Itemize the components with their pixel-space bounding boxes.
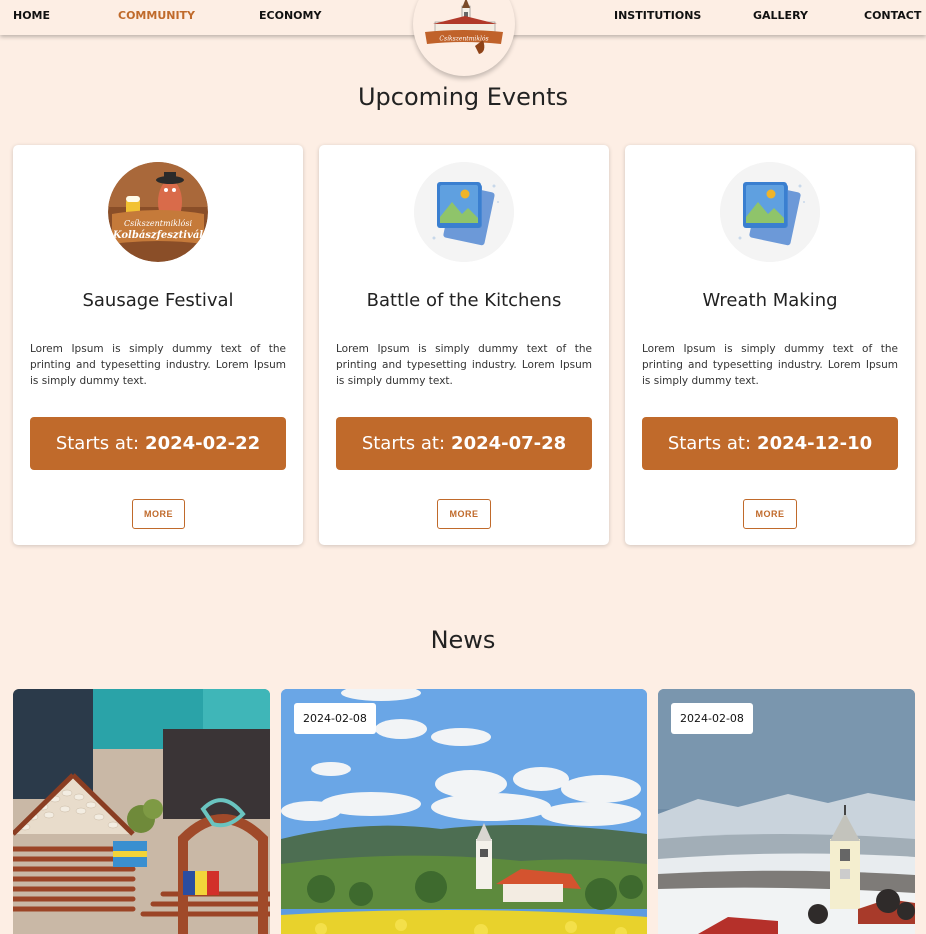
sausage-house-photo: [13, 689, 270, 934]
event-card: Battle of the Kitchens Lorem Ipsum is si…: [319, 145, 609, 545]
event-thumbnail: Csíkszentmiklósi Kolbászfesztivál: [108, 162, 208, 262]
news-date-badge: 2024-02-08: [294, 703, 376, 734]
news-section-title: News: [430, 626, 496, 654]
nav-institutions[interactable]: INSTITUTIONS: [614, 9, 701, 22]
starts-at-label: Starts at:: [361, 433, 446, 454]
image-placeholder-icon: [720, 162, 820, 262]
site-logo[interactable]: Csíkszentmiklós: [413, 0, 515, 76]
event-start-date: Starts at: 2024-12-10: [642, 417, 898, 470]
events-section-title: Upcoming Events: [357, 83, 569, 111]
event-description: Lorem Ipsum is simply dummy text of the …: [30, 343, 286, 387]
sausage-festival-logo: Csíkszentmiklósi Kolbászfesztivál: [108, 162, 208, 262]
event-thumbnail: [720, 162, 820, 262]
event-card: Csíkszentmiklósi Kolbászfesztivál Sausag…: [13, 145, 303, 545]
event-thumbnail: [414, 162, 514, 262]
event-description: Lorem Ipsum is simply dummy text of the …: [642, 343, 898, 387]
starts-at-label: Starts at:: [667, 433, 752, 454]
news-date-badge: 2024-02-08: [671, 703, 753, 734]
nav-home[interactable]: HOME: [13, 9, 50, 22]
event-start-date: Starts at: 2024-07-28: [336, 417, 592, 470]
svg-text:Kolbászfesztivál: Kolbászfesztivál: [112, 230, 203, 241]
nav-economy[interactable]: ECONOMY: [259, 9, 321, 22]
nav-contact[interactable]: CONTACT: [864, 9, 921, 22]
starts-at-label: Starts at:: [55, 433, 140, 454]
event-description: Lorem Ipsum is simply dummy text of the …: [336, 343, 592, 387]
logo-banner-text: Csíkszentmiklós: [439, 36, 488, 43]
more-button[interactable]: MORE: [743, 499, 797, 529]
nav-community[interactable]: COMMUNITY: [118, 9, 195, 22]
nav-gallery[interactable]: GALLERY: [753, 9, 808, 22]
church-logo-icon: Csíkszentmiklós: [425, 0, 503, 54]
news-card[interactable]: [13, 689, 270, 934]
event-title: Sausage Festival: [82, 290, 234, 311]
event-start-date: Starts at: 2024-02-22: [30, 417, 286, 470]
event-card: Wreath Making Lorem Ipsum is simply dumm…: [625, 145, 915, 545]
image-placeholder-icon: [414, 162, 514, 262]
event-date: 2024-02-22: [145, 433, 261, 454]
event-title: Battle of the Kitchens: [366, 290, 562, 311]
news-card[interactable]: 2024-02-08: [281, 689, 647, 934]
event-date: 2024-12-10: [757, 433, 873, 454]
event-title: Wreath Making: [702, 290, 838, 311]
event-date: 2024-07-28: [451, 433, 567, 454]
svg-text:Csíkszentmiklósi: Csíkszentmiklósi: [124, 219, 193, 228]
more-button[interactable]: MORE: [437, 499, 491, 529]
news-card[interactable]: 2024-02-08: [658, 689, 915, 934]
more-button[interactable]: MORE: [132, 499, 185, 529]
